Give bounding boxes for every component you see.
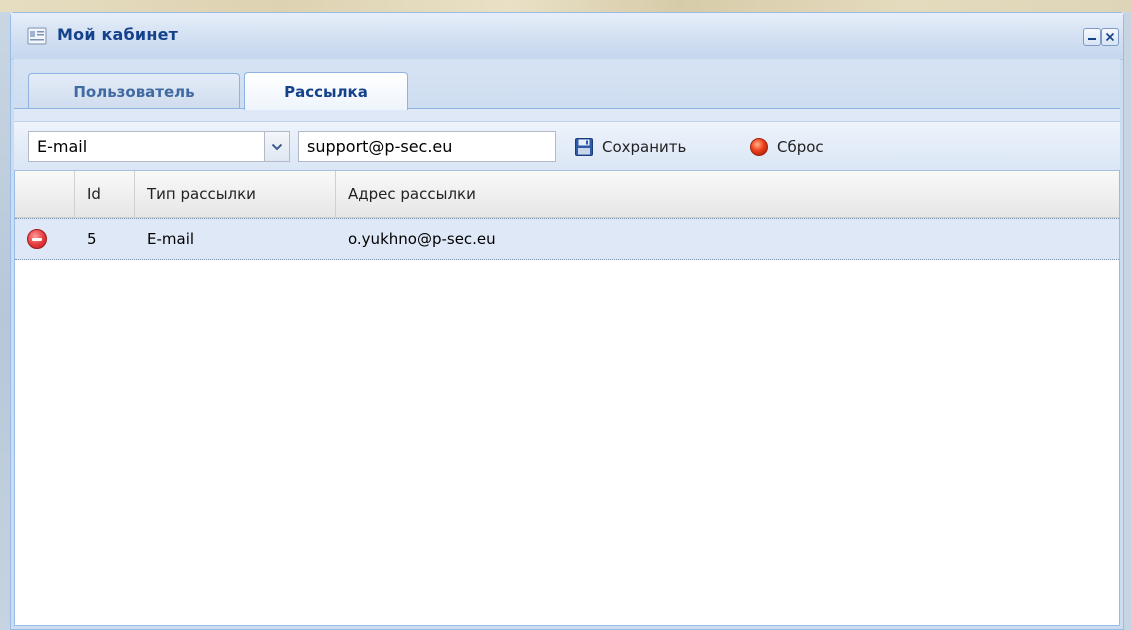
column-header-mailing-type[interactable]: Тип рассылки — [135, 171, 336, 217]
chevron-down-icon[interactable] — [264, 132, 289, 161]
row-mailing-type: E-mail — [147, 230, 195, 248]
background-map — [0, 0, 1131, 12]
tab-user[interactable]: Пользователь — [28, 73, 240, 109]
delete-icon[interactable] — [27, 229, 47, 249]
mailing-grid: Id Тип рассылки Адрес рассылки 5 E-mail … — [14, 171, 1120, 626]
mailing-type-select[interactable]: E-mail — [28, 131, 290, 162]
table-row[interactable]: 5 E-mail o.yukhno@p-sec.eu — [15, 218, 1119, 260]
save-button[interactable]: Сохранить — [574, 131, 686, 162]
red-circle-icon — [749, 137, 769, 157]
column-header-id[interactable]: Id — [75, 171, 135, 217]
save-button-label: Сохранить — [602, 137, 687, 156]
tab-mailing[interactable]: Рассылка — [244, 72, 408, 110]
reset-button-label: Сброс — [777, 137, 824, 156]
mailing-address-input[interactable] — [298, 131, 556, 162]
column-header-mailing-address[interactable]: Адрес рассылки — [336, 171, 586, 217]
background-map-right — [1124, 12, 1131, 630]
minimize-icon[interactable] — [1083, 28, 1101, 46]
window-title: Мой кабинет — [57, 25, 179, 44]
row-id: 5 — [87, 230, 97, 248]
window-titlebar[interactable]: Мой кабинет — [11, 13, 1123, 60]
reset-button[interactable]: Сброс — [749, 131, 824, 162]
card-icon — [27, 26, 47, 46]
floppy-disk-icon — [574, 137, 594, 157]
column-header-actions — [15, 171, 75, 217]
mailing-type-value: E-mail — [37, 137, 88, 156]
tab-strip: Пользователь Рассылка — [14, 59, 1120, 121]
mailing-toolbar: E-mail Сохранить — [14, 121, 1120, 171]
my-cabinet-window: Мой кабинет Пользователь Рассылка E-mail — [10, 12, 1124, 630]
grid-header: Id Тип рассылки Адрес рассылки — [15, 171, 1119, 218]
background-map-left — [0, 12, 10, 630]
row-mailing-address: o.yukhno@p-sec.eu — [348, 230, 496, 248]
tab-strip-underline — [14, 108, 1120, 121]
close-icon[interactable] — [1101, 28, 1119, 46]
